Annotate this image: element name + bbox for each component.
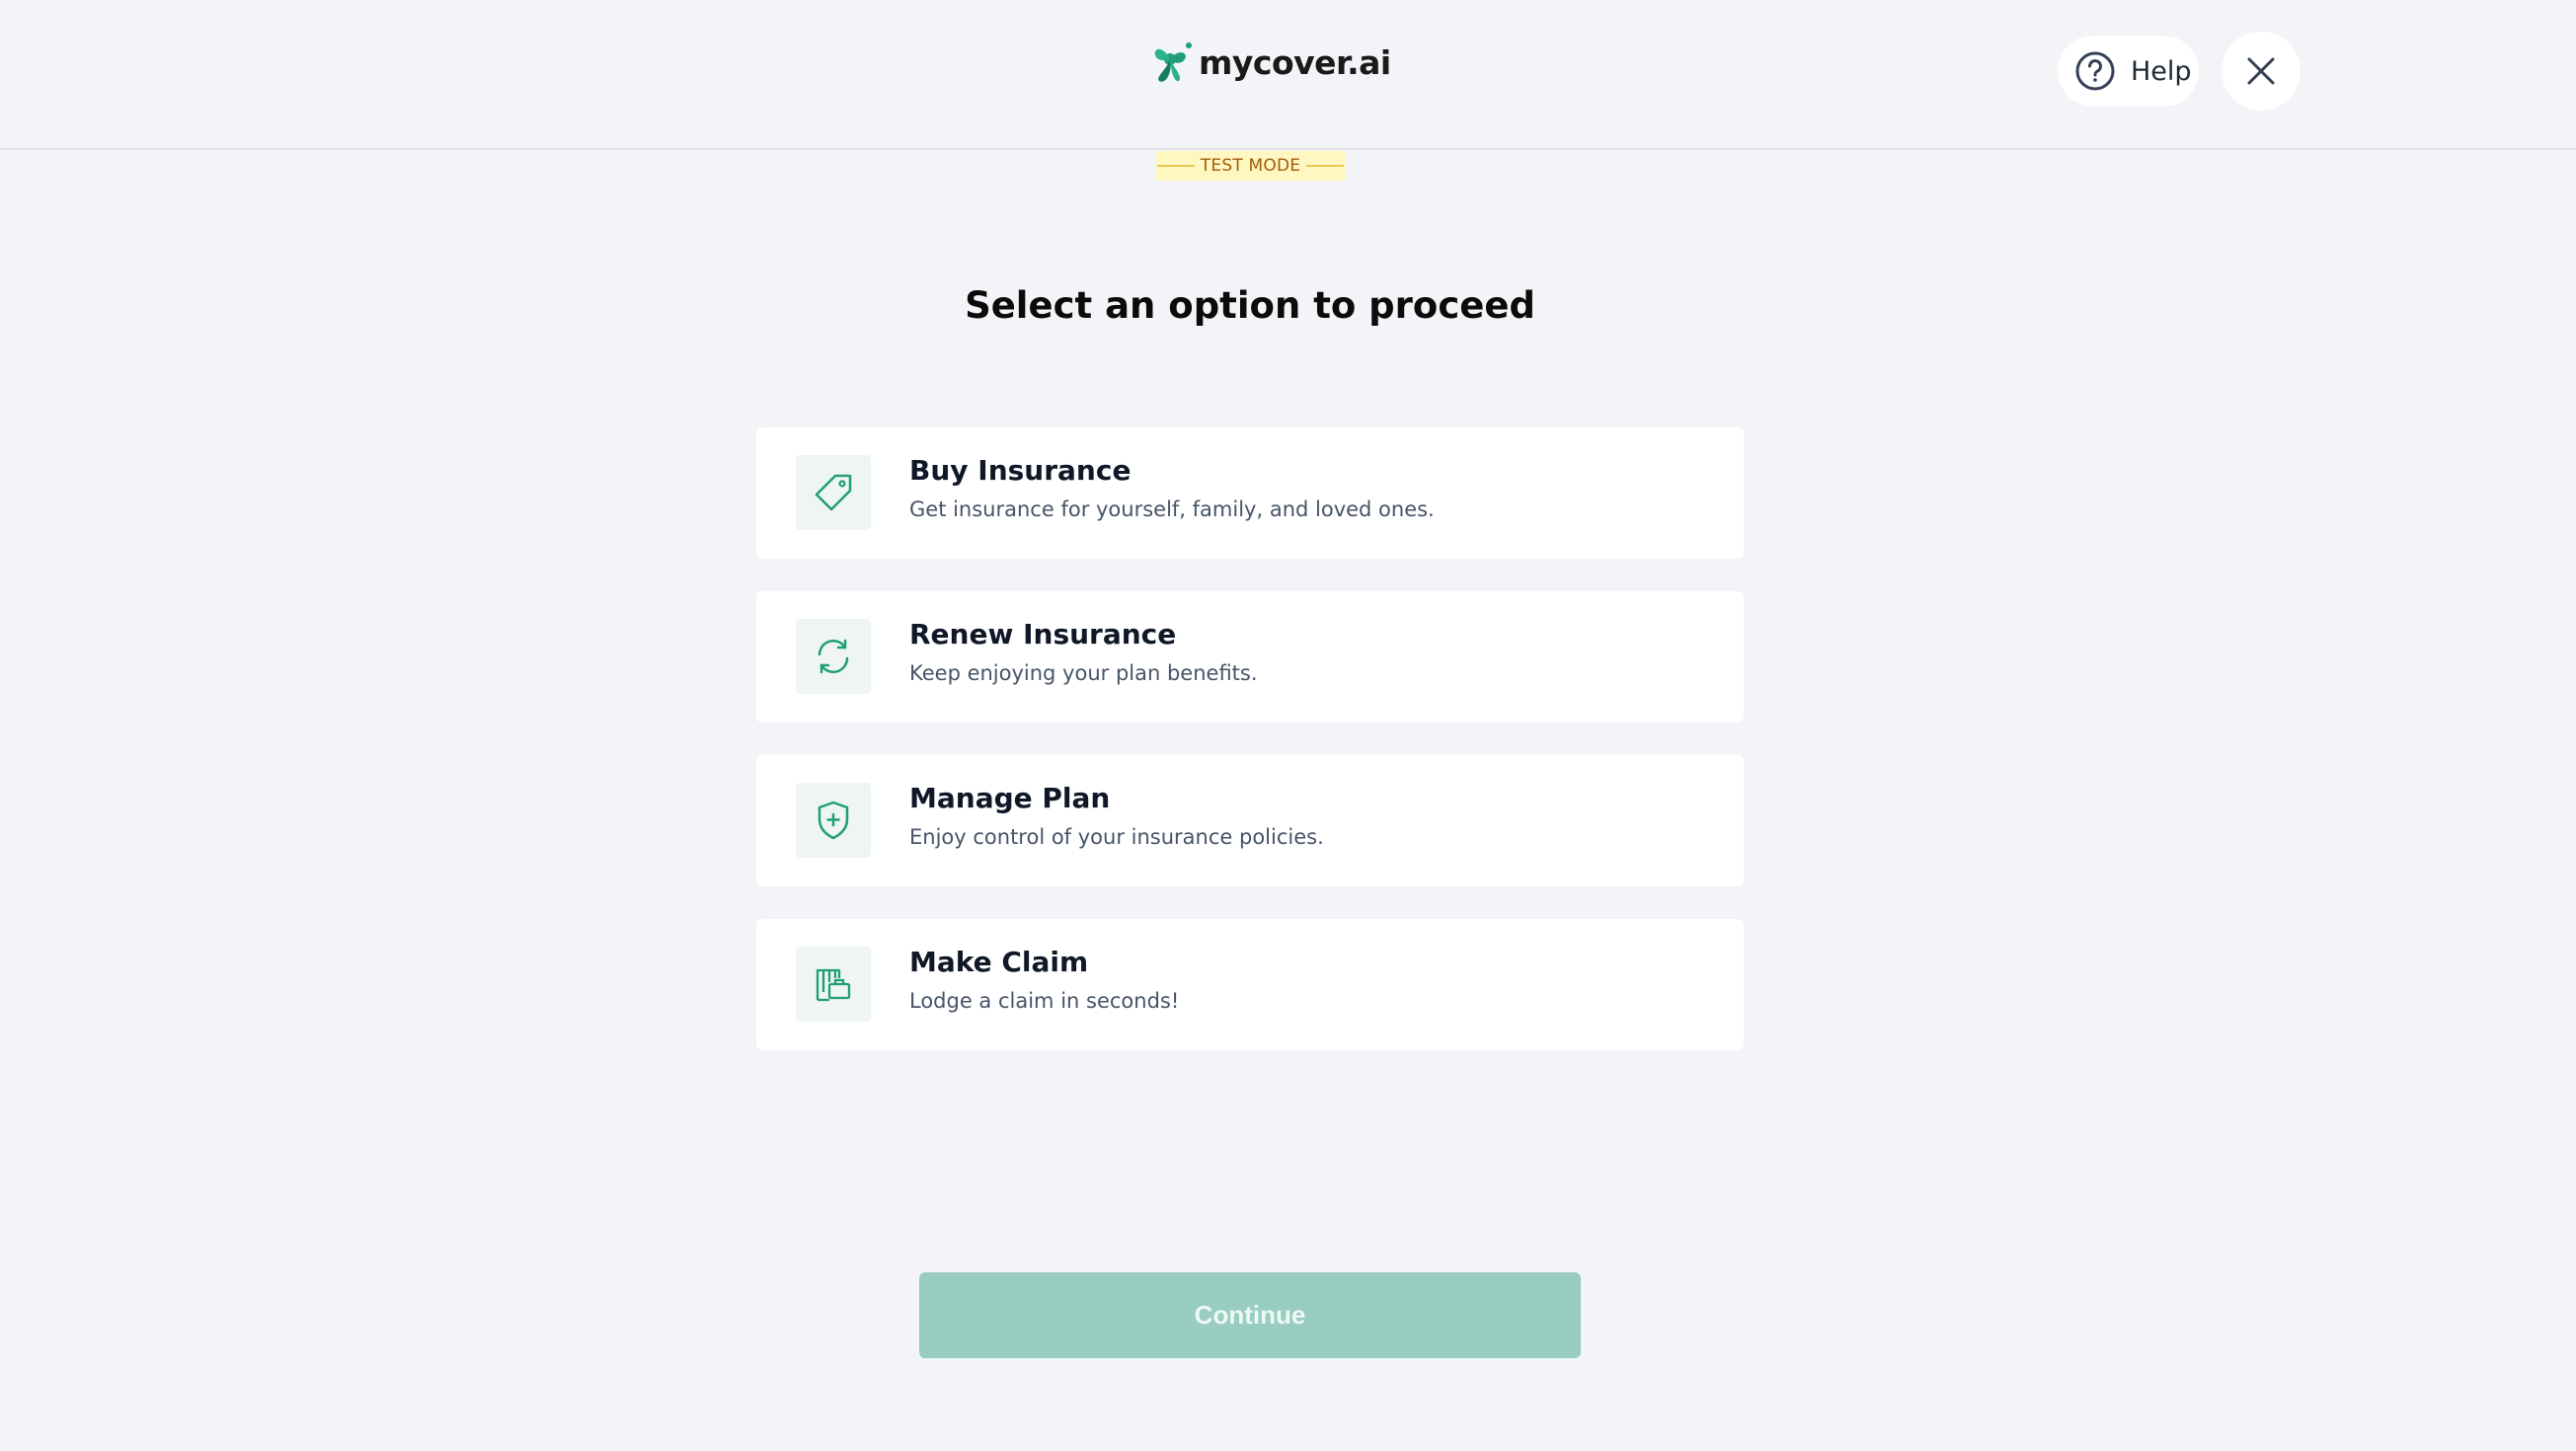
test-mode-label: TEST MODE [1200,156,1301,176]
logo-icon [1154,42,1192,82]
option-manage-plan[interactable]: Manage Plan Enjoy control of your insura… [756,755,1744,886]
help-label: Help [2131,55,2192,87]
option-title: Manage Plan [909,782,1111,814]
claim-icon [816,968,851,1002]
option-make-claim[interactable]: Make Claim Lodge a claim in seconds! [756,919,1744,1050]
option-title: Make Claim [909,946,1089,978]
option-title: Buy Insurance [909,454,1132,487]
option-description: Enjoy control of your insurance policies… [909,825,1324,849]
help-button[interactable]: Help [2058,36,2199,107]
continue-button[interactable]: Continue [919,1272,1581,1358]
options-list: Buy Insurance Get insurance for yourself… [756,427,1744,1083]
close-icon [2247,57,2275,85]
shield-plus-icon [818,801,849,840]
option-icon-box [796,619,871,694]
badge-line-right [1306,165,1345,167]
option-description: Lodge a claim in seconds! [909,989,1180,1013]
option-icon-box [796,783,871,858]
logo-text: mycover.ai [1199,42,1391,82]
option-description: Get insurance for yourself, family, and … [909,497,1435,521]
top-bar: mycover.ai Help [0,0,2576,150]
option-buy-insurance[interactable]: Buy Insurance Get insurance for yourself… [756,427,1744,559]
badge-line-left [1156,165,1195,167]
option-renew-insurance[interactable]: Renew Insurance Keep enjoying your plan … [756,591,1744,723]
page-title: Select an option to proceed [965,284,1535,327]
option-icon-box [796,455,871,530]
question-circle-icon [2075,51,2115,91]
test-mode-badge: TEST MODE [1155,151,1346,181]
refresh-icon [818,639,849,674]
option-icon-box [796,947,871,1022]
option-title: Renew Insurance [909,618,1177,650]
continue-label: Continue [1194,1300,1306,1330]
option-description: Keep enjoying your plan benefits. [909,661,1258,685]
tag-icon [815,474,852,511]
close-button[interactable] [2222,32,2301,111]
brand-logo: mycover.ai [1145,36,1391,89]
